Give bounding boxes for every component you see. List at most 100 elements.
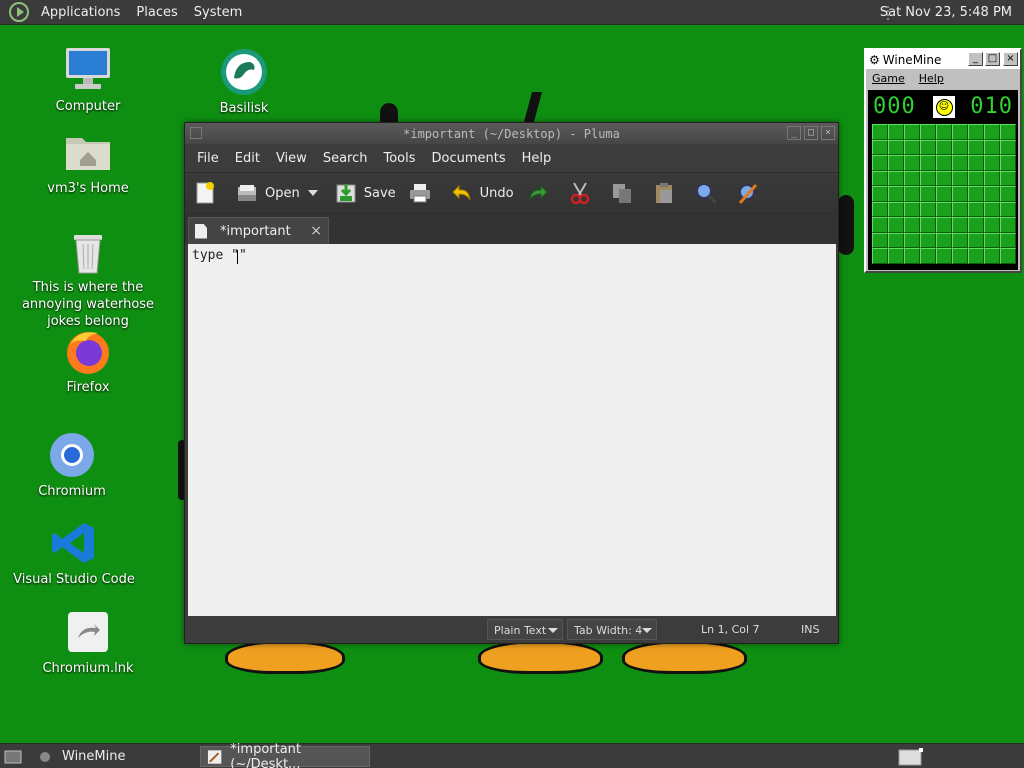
mine-cell[interactable]: [904, 248, 920, 264]
places-menu[interactable]: Places: [128, 0, 185, 25]
menu-view[interactable]: View: [268, 151, 315, 166]
taskbar-item-winemine[interactable]: WineMine: [34, 746, 194, 767]
undo-button[interactable]: Undo: [450, 181, 514, 205]
desktop-icon-chromium[interactable]: Chromium: [0, 431, 147, 500]
mine-cell[interactable]: [888, 170, 904, 186]
menu-edit[interactable]: Edit: [227, 151, 268, 166]
desktop-icon-vscode[interactable]: Visual Studio Code: [0, 519, 149, 588]
mine-cell[interactable]: [1000, 201, 1016, 217]
mine-cell[interactable]: [888, 217, 904, 233]
menu-game[interactable]: Game: [872, 72, 905, 85]
mine-cell[interactable]: [920, 124, 936, 140]
mine-cell[interactable]: [968, 155, 984, 171]
find-button[interactable]: [694, 181, 724, 205]
mine-cell[interactable]: [920, 217, 936, 233]
mine-cell[interactable]: [872, 139, 888, 155]
reset-button[interactable]: ☺: [932, 95, 956, 119]
workspace-switcher[interactable]: [896, 746, 926, 767]
paste-button[interactable]: [652, 181, 682, 205]
mine-cell[interactable]: [904, 155, 920, 171]
mine-cell[interactable]: [952, 186, 968, 202]
mine-cell[interactable]: [952, 124, 968, 140]
mine-cell[interactable]: [936, 124, 952, 140]
mine-cell[interactable]: [936, 170, 952, 186]
mine-cell[interactable]: [904, 139, 920, 155]
open-dropdown-button[interactable]: [307, 190, 318, 196]
tab-important[interactable]: *important ×: [188, 217, 329, 244]
mine-cell[interactable]: [936, 232, 952, 248]
mine-cell[interactable]: [936, 201, 952, 217]
desktop-icon-home[interactable]: vm3's Home: [13, 128, 163, 197]
mine-cell[interactable]: [968, 248, 984, 264]
mine-cell[interactable]: [888, 232, 904, 248]
mine-cell[interactable]: [984, 217, 1000, 233]
maximize-button[interactable]: □: [804, 126, 818, 140]
desktop-icon-firefox[interactable]: Firefox: [13, 327, 163, 396]
mine-cell[interactable]: [984, 186, 1000, 202]
mine-cell[interactable]: [936, 217, 952, 233]
system-menu[interactable]: System: [186, 0, 250, 25]
menu-documents[interactable]: Documents: [424, 151, 514, 166]
mine-cell[interactable]: [984, 139, 1000, 155]
save-button[interactable]: Save: [334, 181, 396, 205]
mine-cell[interactable]: [968, 124, 984, 140]
mine-cell[interactable]: [936, 248, 952, 264]
mine-cell[interactable]: [888, 248, 904, 264]
mine-cell[interactable]: [872, 155, 888, 171]
mine-cell[interactable]: [872, 186, 888, 202]
mine-cell[interactable]: [904, 217, 920, 233]
desktop-icon-chromium-lnk[interactable]: Chromium.lnk: [13, 608, 163, 677]
menu-file[interactable]: File: [189, 151, 227, 166]
mine-cell[interactable]: [952, 232, 968, 248]
mine-cell[interactable]: [936, 186, 952, 202]
taskbar-item-pluma[interactable]: *important (~/Deskt...: [200, 742, 370, 768]
mine-cell[interactable]: [872, 232, 888, 248]
mine-cell[interactable]: [984, 248, 1000, 264]
mine-cell[interactable]: [872, 124, 888, 140]
mine-cell[interactable]: [920, 170, 936, 186]
mine-cell[interactable]: [904, 186, 920, 202]
mine-cell[interactable]: [920, 232, 936, 248]
desktop-icon-computer[interactable]: Computer: [13, 46, 163, 115]
mine-cell[interactable]: [1000, 248, 1016, 264]
minimize-button[interactable]: _: [968, 52, 983, 66]
mine-cell[interactable]: [952, 217, 968, 233]
mine-cell[interactable]: [1000, 139, 1016, 155]
mine-cell[interactable]: [888, 139, 904, 155]
mine-cell[interactable]: [1000, 170, 1016, 186]
desktop-icon-trash[interactable]: This is where the annoying waterhose jok…: [13, 227, 163, 330]
mine-cell[interactable]: [952, 170, 968, 186]
close-button[interactable]: ×: [1003, 52, 1018, 66]
tab-width-selector[interactable]: Tab Width: 4: [567, 619, 657, 640]
mine-cell[interactable]: [888, 201, 904, 217]
menu-search[interactable]: Search: [315, 151, 376, 166]
new-button[interactable]: [193, 181, 223, 205]
mine-cell[interactable]: [984, 124, 1000, 140]
minimize-button[interactable]: _: [787, 126, 801, 140]
mine-cell[interactable]: [952, 201, 968, 217]
mine-cell[interactable]: [952, 248, 968, 264]
cut-button[interactable]: [568, 181, 598, 205]
mine-cell[interactable]: [920, 186, 936, 202]
clock[interactable]: Sat Nov 23, 5:48 PM: [872, 0, 1024, 25]
mine-cell[interactable]: [936, 139, 952, 155]
mine-cell[interactable]: [968, 201, 984, 217]
window-menu-icon[interactable]: [190, 127, 202, 139]
redo-button[interactable]: [526, 181, 556, 205]
mine-cell[interactable]: [904, 232, 920, 248]
applications-menu[interactable]: Applications: [33, 0, 128, 25]
close-button[interactable]: ×: [821, 126, 835, 140]
pluma-titlebar[interactable]: *important (~/Desktop) - Pluma _ □ ×: [185, 123, 838, 144]
copy-button[interactable]: [610, 181, 640, 205]
mine-cell[interactable]: [984, 232, 1000, 248]
mine-cell[interactable]: [920, 248, 936, 264]
mine-cell[interactable]: [968, 217, 984, 233]
mine-cell[interactable]: [888, 124, 904, 140]
mine-cell[interactable]: [904, 124, 920, 140]
mine-cell[interactable]: [872, 248, 888, 264]
mine-cell[interactable]: [872, 217, 888, 233]
menu-help[interactable]: Help: [919, 72, 944, 85]
mine-cell[interactable]: [984, 155, 1000, 171]
mine-cell[interactable]: [968, 232, 984, 248]
mine-cell[interactable]: [904, 201, 920, 217]
